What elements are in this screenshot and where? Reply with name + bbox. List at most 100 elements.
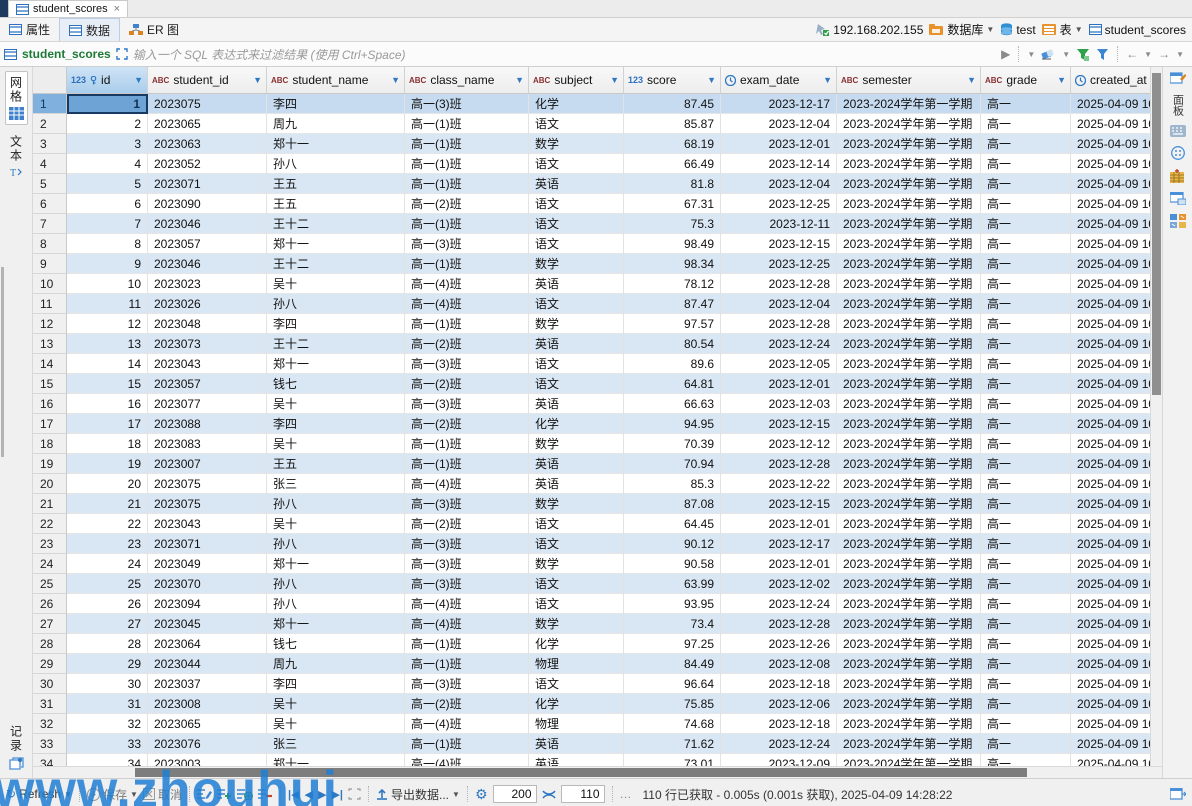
cell-class_name[interactable]: 高一(2)班 xyxy=(405,374,529,394)
cell-exam_date[interactable]: 2023-12-15 xyxy=(721,234,837,254)
cell-semester[interactable]: 2023-2024学年第一学期 xyxy=(837,394,981,414)
cell-semester[interactable]: 2023-2024学年第一学期 xyxy=(837,594,981,614)
column-dropdown-icon[interactable]: ▼ xyxy=(823,75,832,85)
fetch-page-icon[interactable] xyxy=(348,788,361,800)
cell-student_name[interactable]: 吴十 xyxy=(267,394,405,414)
cell-student_id[interactable]: 2023071 xyxy=(148,174,267,194)
save-filter-icon[interactable] xyxy=(1076,48,1090,61)
cell-class_name[interactable]: 高一(1)班 xyxy=(405,434,529,454)
cell-exam_date[interactable]: 2023-12-14 xyxy=(721,154,837,174)
row-number[interactable]: 30 xyxy=(33,674,67,694)
cell-grade[interactable]: 高一 xyxy=(981,374,1071,394)
cell-subject[interactable]: 英语 xyxy=(529,174,624,194)
cell-exam_date[interactable]: 2023-12-12 xyxy=(721,434,837,454)
cell-subject[interactable]: 数学 xyxy=(529,134,624,154)
column-dropdown-icon[interactable]: ▼ xyxy=(610,75,619,85)
cell-class_name[interactable]: 高一(1)班 xyxy=(405,174,529,194)
cell-semester[interactable]: 2023-2024学年第一学期 xyxy=(837,554,981,574)
row-number[interactable]: 7 xyxy=(33,214,67,234)
cell-student_name[interactable]: 吴十 xyxy=(267,694,405,714)
cell-semester[interactable]: 2023-2024学年第一学期 xyxy=(837,494,981,514)
cell-id[interactable]: 19 xyxy=(67,454,148,474)
cell-score[interactable]: 66.49 xyxy=(624,154,721,174)
cell-score[interactable]: 93.95 xyxy=(624,594,721,614)
cell-score[interactable]: 87.45 xyxy=(624,94,721,114)
cell-student_id[interactable]: 2023052 xyxy=(148,154,267,174)
cell-exam_date[interactable]: 2023-12-01 xyxy=(721,554,837,574)
cell-score[interactable]: 98.49 xyxy=(624,234,721,254)
cell-score[interactable]: 73.4 xyxy=(624,614,721,634)
cell-class_name[interactable]: 高一(2)班 xyxy=(405,414,529,434)
cell-created_at[interactable]: 2025-04-09 10 xyxy=(1071,434,1162,454)
cell-semester[interactable]: 2023-2024学年第一学期 xyxy=(837,694,981,714)
cell-semester[interactable]: 2023-2024学年第一学期 xyxy=(837,414,981,434)
fetch-segment-icon[interactable] xyxy=(541,789,556,800)
cell-score[interactable]: 63.99 xyxy=(624,574,721,594)
cell-score[interactable]: 97.25 xyxy=(624,634,721,654)
row-number[interactable]: 2 xyxy=(33,114,67,134)
row-number[interactable]: 14 xyxy=(33,354,67,374)
active-database[interactable]: test xyxy=(1000,23,1036,37)
cell-semester[interactable]: 2023-2024学年第一学期 xyxy=(837,274,981,294)
cell-grade[interactable]: 高一 xyxy=(981,134,1071,154)
cell-grade[interactable]: 高一 xyxy=(981,574,1071,594)
cell-semester[interactable]: 2023-2024学年第一学期 xyxy=(837,194,981,214)
cell-class_name[interactable]: 高一(4)班 xyxy=(405,754,529,766)
column-dropdown-icon[interactable]: ▼ xyxy=(391,75,400,85)
cell-subject[interactable]: 化学 xyxy=(529,94,624,114)
cell-id[interactable]: 27 xyxy=(67,614,148,634)
cell-id[interactable]: 24 xyxy=(67,554,148,574)
cell-grade[interactable]: 高一 xyxy=(981,614,1071,634)
cell-student_name[interactable]: 孙八 xyxy=(267,494,405,514)
cell-id[interactable]: 5 xyxy=(67,174,148,194)
cell-id[interactable]: 30 xyxy=(67,674,148,694)
cell-class_name[interactable]: 高一(2)班 xyxy=(405,514,529,534)
cell-exam_date[interactable]: 2023-12-24 xyxy=(721,334,837,354)
cell-class_name[interactable]: 高一(1)班 xyxy=(405,254,529,274)
cell-created_at[interactable]: 2025-04-09 10 xyxy=(1071,494,1162,514)
tab-properties[interactable]: 属性 xyxy=(0,18,59,41)
forward-arrow-icon[interactable]: → xyxy=(1158,47,1170,61)
cell-created_at[interactable]: 2025-04-09 10 xyxy=(1071,354,1162,374)
row-number[interactable]: 4 xyxy=(33,154,67,174)
cell-exam_date[interactable]: 2023-12-28 xyxy=(721,454,837,474)
row-number[interactable]: 22 xyxy=(33,514,67,534)
cell-exam_date[interactable]: 2023-12-08 xyxy=(721,654,837,674)
cell-class_name[interactable]: 高一(1)班 xyxy=(405,214,529,234)
cell-id[interactable]: 28 xyxy=(67,634,148,654)
row-number[interactable]: 5 xyxy=(33,174,67,194)
cell-grade[interactable]: 高一 xyxy=(981,534,1071,554)
cell-score[interactable]: 97.57 xyxy=(624,314,721,334)
cell-student_id[interactable]: 2023043 xyxy=(148,354,267,374)
cell-subject[interactable]: 语文 xyxy=(529,194,624,214)
database-selector[interactable]: 数据库 ▼ xyxy=(929,21,994,38)
cell-subject[interactable]: 语文 xyxy=(529,234,624,254)
cell-class_name[interactable]: 高一(3)班 xyxy=(405,394,529,414)
cell-id[interactable]: 2 xyxy=(67,114,148,134)
cell-grade[interactable]: 高一 xyxy=(981,234,1071,254)
cell-subject[interactable]: 语文 xyxy=(529,354,624,374)
column-dropdown-icon[interactable]: ▼ xyxy=(515,75,524,85)
active-table[interactable]: student_scores xyxy=(1088,23,1186,37)
close-tab-icon[interactable]: × xyxy=(114,3,120,15)
cell-student_name[interactable]: 孙八 xyxy=(267,294,405,314)
column-header-semester[interactable]: ABC semester ▼ xyxy=(837,67,981,93)
cell-created_at[interactable]: 2025-04-09 10 xyxy=(1071,94,1162,114)
cell-grade[interactable]: 高一 xyxy=(981,594,1071,614)
cell-created_at[interactable]: 2025-04-09 10 xyxy=(1071,174,1162,194)
cell-score[interactable]: 67.31 xyxy=(624,194,721,214)
cell-created_at[interactable]: 2025-04-09 10 xyxy=(1071,574,1162,594)
cell-created_at[interactable]: 2025-04-09 10 xyxy=(1071,394,1162,414)
cell-student_id[interactable]: 2023075 xyxy=(148,474,267,494)
cell-id[interactable]: 18 xyxy=(67,434,148,454)
row-number[interactable]: 18 xyxy=(33,434,67,454)
cell-score[interactable]: 75.3 xyxy=(624,214,721,234)
cell-subject[interactable]: 数学 xyxy=(529,254,624,274)
cell-created_at[interactable]: 2025-04-09 10 xyxy=(1071,614,1162,634)
cell-student_id[interactable]: 2023063 xyxy=(148,134,267,154)
cell-semester[interactable]: 2023-2024学年第一学期 xyxy=(837,334,981,354)
cell-student_id[interactable]: 2023076 xyxy=(148,734,267,754)
cell-semester[interactable]: 2023-2024学年第一学期 xyxy=(837,174,981,194)
cell-student_id[interactable]: 2023065 xyxy=(148,114,267,134)
cell-id[interactable]: 1 xyxy=(67,94,148,114)
